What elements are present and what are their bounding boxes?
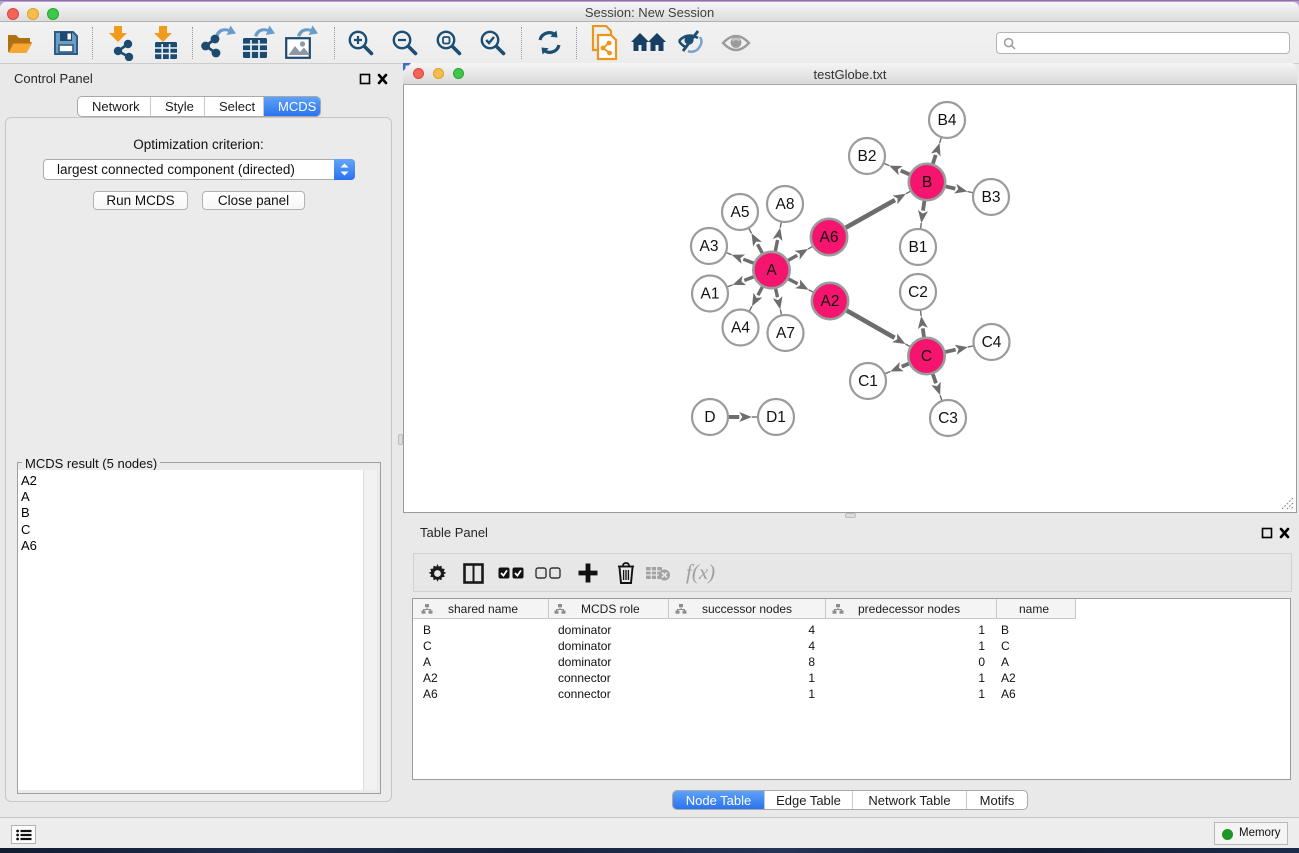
svg-text:A4: A4 <box>731 320 750 337</box>
svg-text:A2: A2 <box>821 293 840 310</box>
svg-text:A3: A3 <box>700 238 719 255</box>
svg-text:B3: B3 <box>982 189 1001 206</box>
svg-text:A5: A5 <box>731 204 750 221</box>
svg-text:A1: A1 <box>701 286 720 303</box>
svg-text:C2: C2 <box>908 284 928 301</box>
svg-text:B: B <box>922 174 932 191</box>
svg-text:B2: B2 <box>858 148 877 165</box>
svg-text:B4: B4 <box>938 112 957 129</box>
svg-text:C4: C4 <box>982 334 1002 351</box>
svg-text:A: A <box>766 262 777 279</box>
svg-text:B1: B1 <box>909 239 928 256</box>
svg-text:A7: A7 <box>776 325 795 342</box>
svg-text:A6: A6 <box>820 229 839 246</box>
svg-text:D: D <box>704 409 715 426</box>
svg-text:D1: D1 <box>766 409 786 426</box>
svg-text:C: C <box>921 348 932 365</box>
svg-text:A8: A8 <box>776 196 795 213</box>
svg-text:C3: C3 <box>938 410 958 427</box>
svg-text:C1: C1 <box>858 373 878 390</box>
